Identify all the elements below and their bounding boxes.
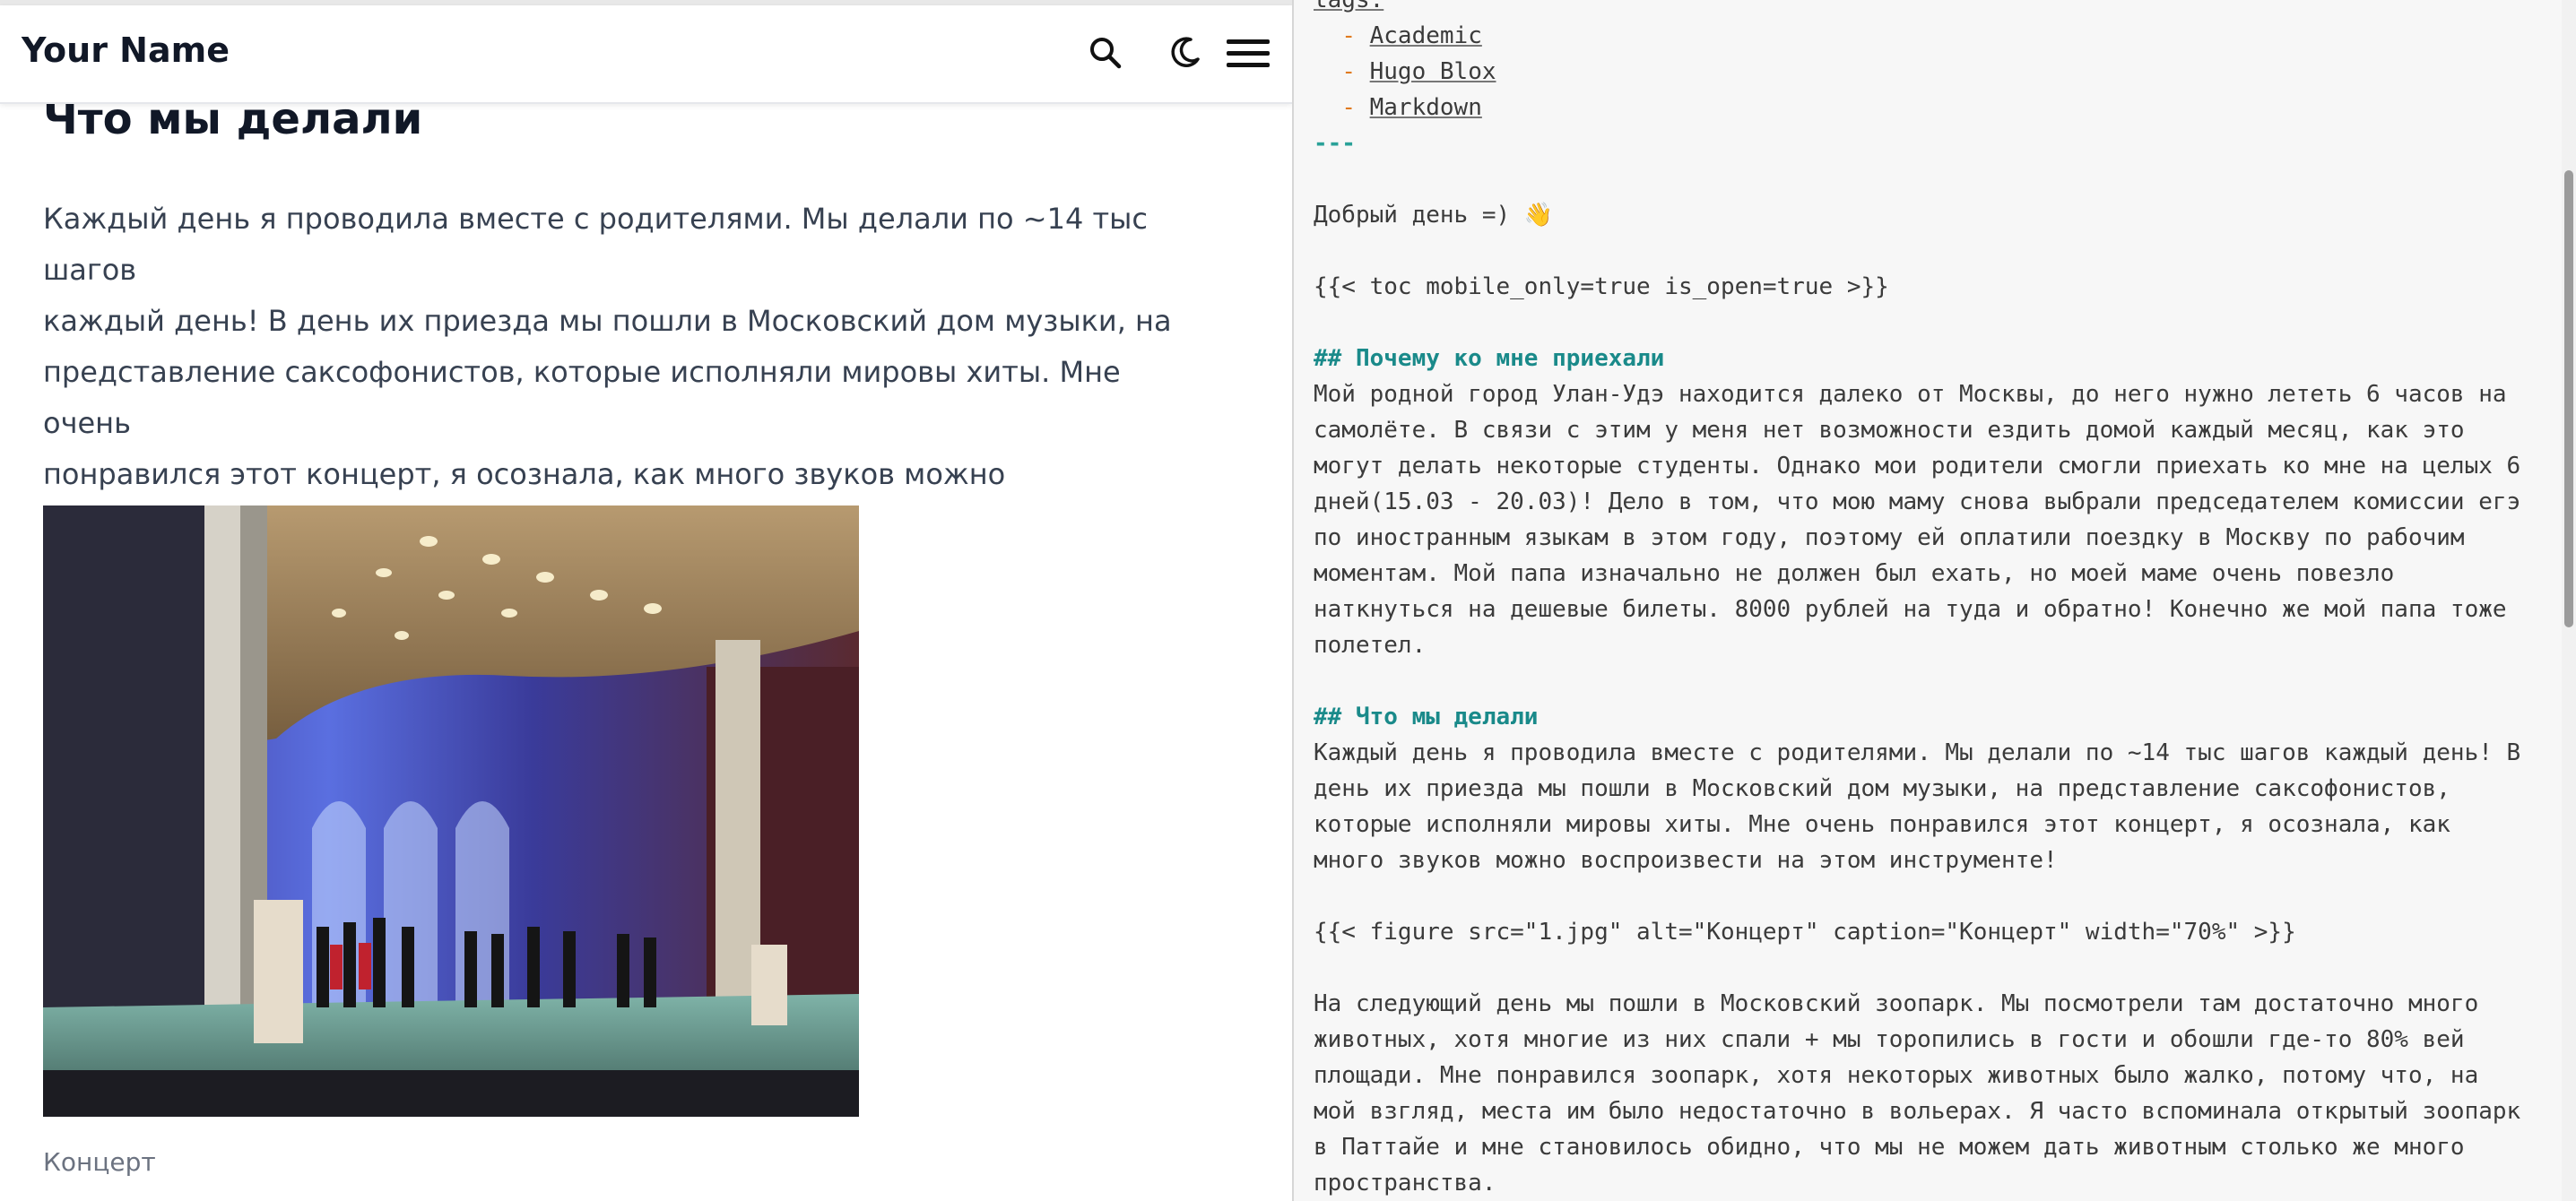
code-line: Каждый день я проводила вместе с родител… — [1314, 739, 2521, 766]
concert-photo — [43, 505, 859, 1117]
editor-text[interactable]: tags: - Academic - Hugo Blox - Markdown … — [1314, 0, 2524, 1201]
site-navbar: Your Name — [0, 5, 1292, 104]
tags-key: tags: — [1314, 0, 1384, 13]
code-line: животных, хотя многие из них спали + мы … — [1314, 1026, 2465, 1053]
code-line: которые исполняли мировы хиты. Мне очень… — [1314, 811, 2450, 838]
figure-shortcode: {{< figure src="1.jpg" alt="Концерт" cap… — [1314, 919, 2296, 946]
hamburger-menu-icon[interactable] — [1225, 32, 1271, 73]
greeting-line: Добрый день =) 👋 — [1314, 202, 1554, 229]
markdown-editor[interactable]: tags: - Academic - Hugo Blox - Markdown … — [1294, 0, 2576, 1201]
tag-item: Markdown — [1369, 94, 1482, 121]
code-line: по иностранным языкам в этом году, поэто… — [1314, 524, 2465, 551]
paragraph-line: Каждый день я проводила вместе с родител… — [43, 202, 1148, 287]
code-line: в Паттайе и мне становилось обидно, что … — [1314, 1134, 2465, 1161]
code-line: дней(15.03 - 20.03)! Дело в том, что мою… — [1314, 488, 2521, 515]
code-line: могут делать некоторые студенты. Однако … — [1314, 453, 2521, 480]
moon-icon[interactable] — [1164, 32, 1205, 73]
code-line: полетел. — [1314, 632, 1427, 659]
site-preview-pane: Что мы делали Каждый день я проводила вм… — [0, 0, 1292, 1201]
tag-item: Academic — [1369, 22, 1482, 49]
code-line: - Hugo Blox — [1341, 58, 1496, 85]
code-line: На следующий день мы пошли в Московский … — [1314, 990, 2479, 1017]
toc-shortcode: {{< toc mobile_only=true is_open=true >}… — [1314, 273, 1889, 300]
code-line: площади. Мне понравился зоопарк, хотя не… — [1314, 1062, 2479, 1089]
code-line: мой взгляд, места им было недостаточно в… — [1314, 1098, 2521, 1125]
tag-item: Hugo Blox — [1369, 58, 1496, 85]
code-line: моментам. Мой папа изначально не должен … — [1314, 560, 2395, 587]
code-line: - Markdown — [1341, 94, 1482, 121]
code-line: Мой родной город Улан-Удэ находится дале… — [1314, 381, 2507, 408]
code-line: самолёте. В связи с этим у меня нет возм… — [1314, 417, 2465, 444]
site-brand[interactable]: Your Name — [22, 30, 230, 70]
code-line: наткнуться на дешевые билеты. 8000 рубле… — [1314, 596, 2507, 623]
code-line: tags: — [1314, 0, 2524, 18]
paragraph-line: каждый день! В день их приезда мы пошли … — [43, 304, 1172, 338]
code-line: пространства. — [1314, 1170, 1496, 1197]
photo-caption: Концерт — [43, 1147, 156, 1177]
paragraph-line: представление саксофонистов, которые исп… — [43, 355, 1121, 440]
code-line: день их приезда мы пошли в Московский до… — [1314, 775, 2450, 802]
code-line: - Academic — [1341, 22, 1482, 49]
editor-scrollbar[interactable] — [2562, 0, 2576, 1201]
markdown-heading: ## Почему ко мне приехали — [1314, 345, 1665, 372]
markdown-heading: ## Что мы делали — [1314, 704, 1539, 730]
scrollbar-thumb[interactable] — [2564, 170, 2573, 627]
search-icon[interactable] — [1085, 32, 1126, 73]
front-matter-end: --- — [1314, 130, 1356, 157]
code-line: много звуков можно воспроизвести на этом… — [1314, 847, 2058, 874]
